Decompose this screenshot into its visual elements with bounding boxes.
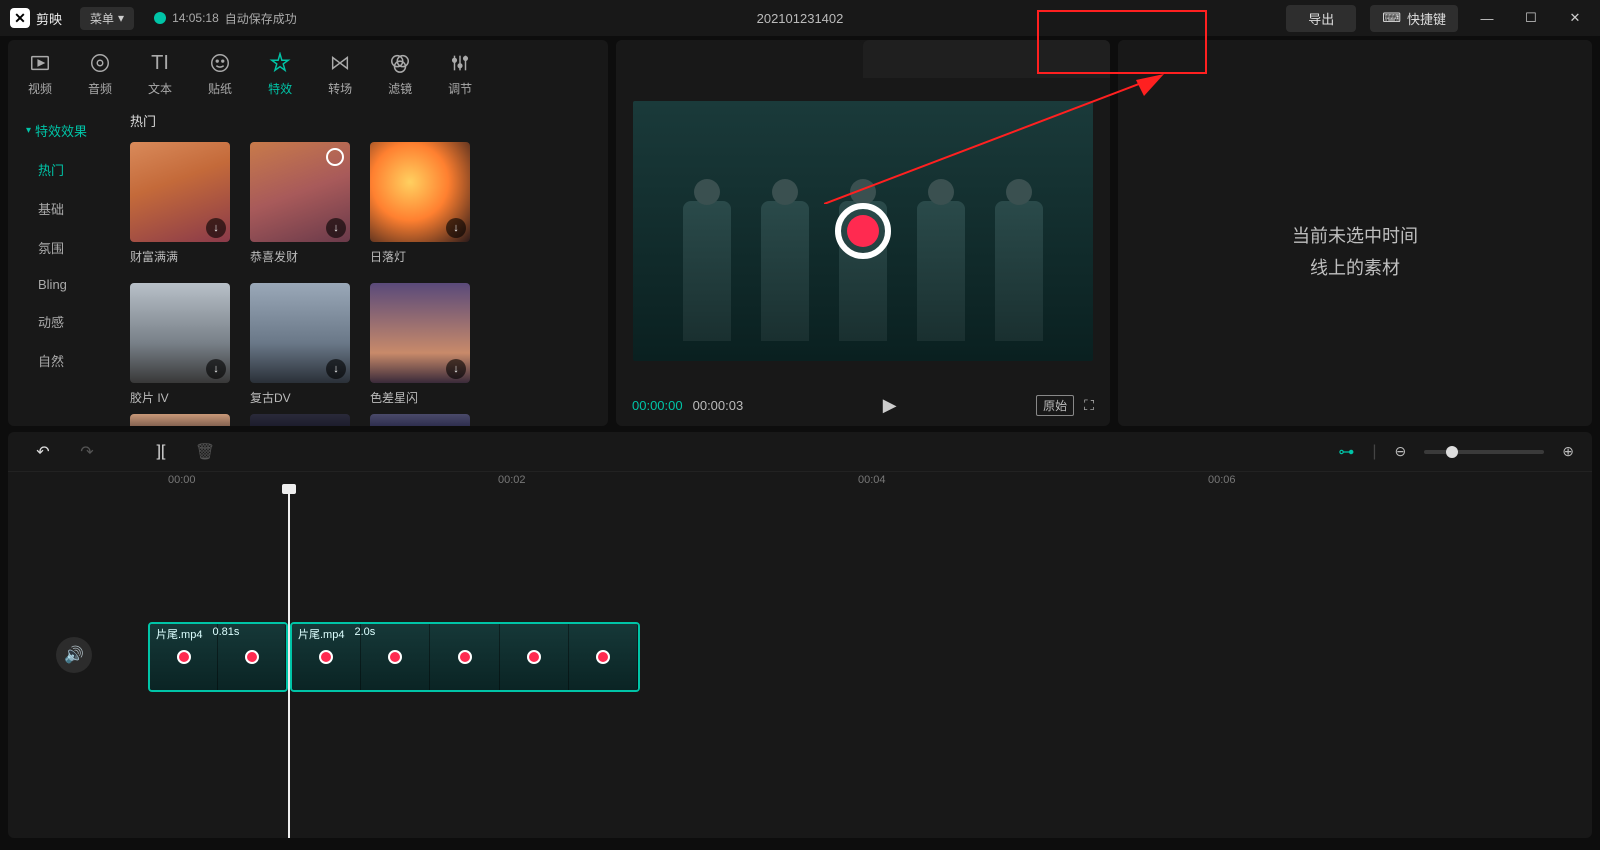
menu-button[interactable]: 菜单 ▾ — [80, 7, 134, 30]
zoom-out-button[interactable]: ⊖ — [1395, 443, 1407, 460]
tab-text[interactable]: TI文本 — [142, 46, 178, 101]
adjust-icon — [449, 50, 471, 76]
effect-item[interactable]: ↓恭喜发财 — [250, 142, 350, 265]
cat-hot[interactable]: 热门 — [8, 150, 118, 189]
fullscreen-button[interactable]: ⛶ — [1084, 397, 1094, 414]
current-time: 00:00:00 — [632, 398, 683, 413]
transition-icon — [329, 50, 351, 76]
text-icon: TI — [151, 50, 169, 76]
effect-item[interactable]: ↓复古DV — [250, 283, 350, 406]
app-logo-icon: ✕ — [10, 8, 30, 28]
effect-item[interactable]: ↓色差星闪 — [370, 283, 470, 406]
split-button[interactable]: ][ — [144, 438, 178, 466]
snap-toggle-button[interactable]: ⊶ — [1338, 442, 1354, 462]
cat-dynamic[interactable]: 动感 — [8, 302, 118, 341]
autosave-text: 自动保存成功 — [225, 10, 297, 27]
tab-audio[interactable]: 音频 — [82, 46, 118, 101]
preview-panel: 00:00:00 00:00:03 ▶ 原始 ⛶ — [616, 40, 1110, 426]
titlebar: ✕ 剪映 菜单 ▾ 14:05:18 自动保存成功 202101231402 导… — [0, 0, 1600, 36]
media-tabs: 视频 音频 TI文本 贴纸 特效 转场 滤镜 调节 — [8, 40, 608, 101]
app-name: 剪映 — [36, 9, 62, 28]
download-icon[interactable]: ↓ — [446, 359, 466, 379]
download-icon[interactable]: ↓ — [446, 218, 466, 238]
download-icon[interactable]: ↓ — [206, 218, 226, 238]
cat-mood[interactable]: 氛围 — [8, 228, 118, 267]
video-icon — [29, 50, 51, 76]
preview-tab-player[interactable] — [616, 40, 863, 78]
effect-item-partial[interactable] — [250, 414, 350, 426]
play-button[interactable]: ▶ — [883, 395, 897, 416]
tab-trans[interactable]: 转场 — [322, 46, 358, 101]
effect-item-partial[interactable] — [130, 414, 230, 426]
select-ring-icon — [326, 148, 344, 166]
delete-button[interactable]: 🗑 — [188, 438, 222, 466]
undo-button[interactable]: ↶ — [26, 438, 60, 466]
redo-button[interactable]: ↷ — [70, 438, 104, 466]
cat-nature[interactable]: 自然 — [8, 341, 118, 380]
effect-icon — [269, 50, 291, 76]
record-overlay-icon — [835, 203, 891, 259]
download-icon[interactable]: ↓ — [326, 218, 346, 238]
ruler-mark: 00:02 — [498, 474, 526, 486]
filter-icon — [389, 50, 411, 76]
autosave-status: 14:05:18 自动保存成功 — [154, 10, 297, 27]
section-title: 热门 — [130, 111, 596, 130]
keyboard-icon: ⌨ — [1382, 10, 1401, 26]
shortcuts-button[interactable]: ⌨ 快捷键 — [1370, 5, 1458, 32]
zoom-slider[interactable] — [1424, 450, 1544, 454]
tab-effect[interactable]: 特效 — [262, 46, 298, 101]
cat-bling[interactable]: Bling — [8, 267, 118, 302]
cat-basic[interactable]: 基础 — [8, 189, 118, 228]
tab-adjust[interactable]: 调节 — [442, 46, 478, 101]
track-mute-button[interactable]: 🔊 — [56, 637, 92, 673]
sticker-icon — [209, 50, 231, 76]
media-panel: 视频 音频 TI文本 贴纸 特效 转场 滤镜 调节 ▾特效效果 热门 基础 氛围… — [8, 40, 608, 426]
menu-label: 菜单 — [90, 10, 114, 27]
aspect-ratio-button[interactable]: 原始 — [1036, 395, 1074, 416]
timeline-clip[interactable]: 片尾.mp42.0s — [290, 622, 640, 692]
inspector-empty-state: 当前未选中时间 线上的素材 — [1118, 78, 1592, 426]
inspector-tab[interactable] — [1118, 40, 1592, 78]
export-button[interactable]: 导出 — [1286, 5, 1356, 32]
ruler-mark: 00:00 — [168, 474, 196, 486]
caret-down-icon: ▾ — [26, 125, 31, 136]
tab-filter[interactable]: 滤镜 — [382, 46, 418, 101]
timeline-tracks[interactable]: 片尾.mp40.81s 片尾.mp42.0s — [138, 492, 1592, 822]
window-maximize-button[interactable]: ☐ — [1516, 8, 1546, 28]
window-minimize-button[interactable]: — — [1472, 8, 1502, 28]
autosave-success-icon — [154, 12, 166, 24]
timeline-ruler[interactable]: 00:00 00:02 00:04 00:06 — [138, 472, 1592, 492]
effect-categories: ▾特效效果 热门 基础 氛围 Bling 动感 自然 — [8, 101, 118, 426]
playhead[interactable] — [288, 492, 290, 838]
preview-tab-secondary[interactable] — [863, 40, 1110, 78]
cat-parent[interactable]: ▾特效效果 — [8, 111, 118, 150]
audio-icon — [89, 50, 111, 76]
project-name: 202101231402 — [757, 11, 844, 26]
inspector-panel: 当前未选中时间 线上的素材 — [1118, 40, 1592, 426]
effect-item-partial[interactable] — [370, 414, 470, 426]
effect-item[interactable]: ↓日落灯 — [370, 142, 470, 265]
ruler-mark: 00:04 — [858, 474, 886, 486]
ruler-mark: 00:06 — [1208, 474, 1236, 486]
timeline-panel: ↶ ↷ ][ 🗑 ⊶ | ⊖ ⊕ 00:00 00:02 00:04 00:06… — [8, 432, 1592, 838]
effect-item[interactable]: ↓胶片 IV — [130, 283, 230, 406]
shortcuts-label: 快捷键 — [1407, 9, 1446, 28]
chevron-down-icon: ▾ — [118, 11, 124, 25]
video-preview[interactable] — [633, 101, 1093, 361]
zoom-in-button[interactable]: ⊕ — [1562, 443, 1574, 460]
tab-video[interactable]: 视频 — [22, 46, 58, 101]
download-icon[interactable]: ↓ — [326, 359, 346, 379]
timeline-clip[interactable]: 片尾.mp40.81s — [148, 622, 288, 692]
window-close-button[interactable]: ✕ — [1560, 8, 1590, 28]
autosave-time: 14:05:18 — [172, 11, 219, 25]
effect-item[interactable]: ↓财富满满 — [130, 142, 230, 265]
download-icon[interactable]: ↓ — [206, 359, 226, 379]
total-time: 00:00:03 — [693, 398, 744, 413]
tab-sticker[interactable]: 贴纸 — [202, 46, 238, 101]
